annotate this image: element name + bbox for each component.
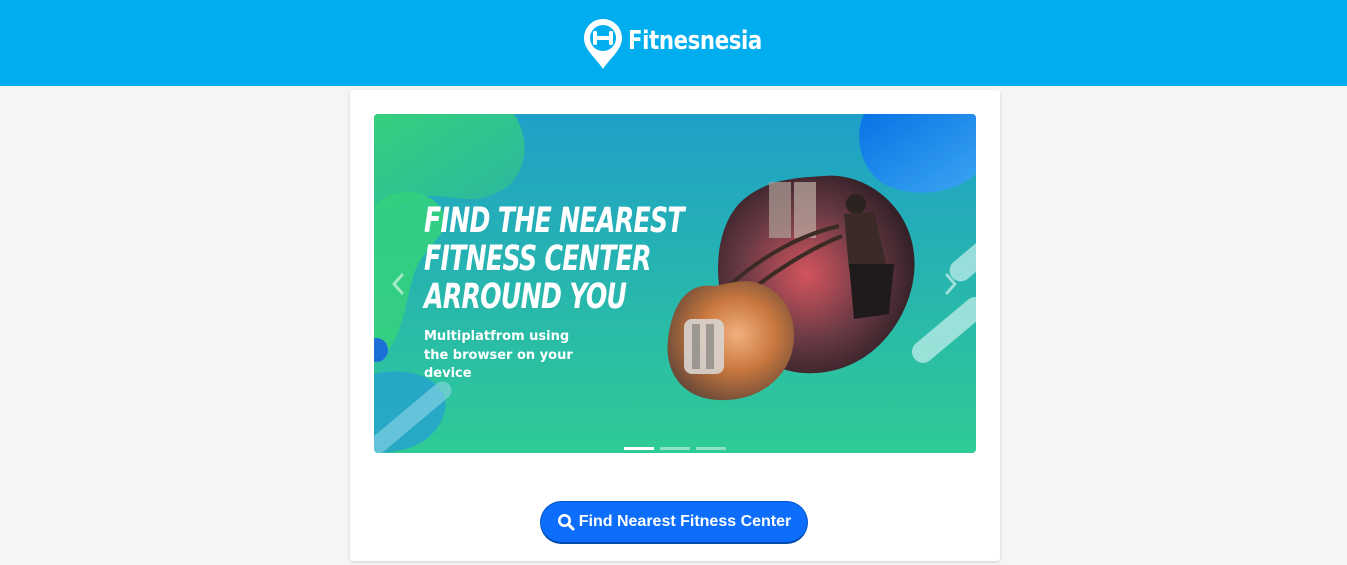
main-card: FIND THE NEAREST FITNESS CENTER ARROUND … <box>350 90 1000 561</box>
find-button-label: Find Nearest Fitness Center <box>578 513 792 530</box>
headline-line: ARROUND YOU <box>424 277 627 317</box>
headline-line: FIND THE NEAREST <box>424 201 685 241</box>
carousel-indicator-2[interactable] <box>660 447 690 450</box>
search-icon <box>557 513 575 531</box>
brand-name: Fitnesnesia <box>628 26 762 56</box>
carousel-indicators <box>624 447 726 450</box>
carousel-indicator-1[interactable] <box>624 447 654 450</box>
hero-carousel: FIND THE NEAREST FITNESS CENTER ARROUND … <box>374 114 976 453</box>
carousel-indicator-3[interactable] <box>696 447 726 450</box>
carousel-prev-button[interactable] <box>378 264 418 304</box>
carousel-headline: FIND THE NEAREST FITNESS CENTER ARROUND … <box>424 201 685 317</box>
brand-logo-link[interactable]: Fitnesnesia <box>583 18 791 70</box>
headline-line: FITNESS CENTER <box>424 239 652 279</box>
chevron-right-icon <box>945 273 957 295</box>
location-pin-dumbbell-icon <box>584 19 622 69</box>
chevron-left-icon <box>392 273 404 295</box>
carousel-subtext: Multiplatfrom using the browser on your … <box>424 329 573 381</box>
carousel-next-button[interactable] <box>931 264 971 304</box>
find-nearest-fitness-center-button[interactable]: Find Nearest Fitness Center <box>540 501 808 544</box>
top-header: Fitnesnesia <box>0 0 1347 86</box>
